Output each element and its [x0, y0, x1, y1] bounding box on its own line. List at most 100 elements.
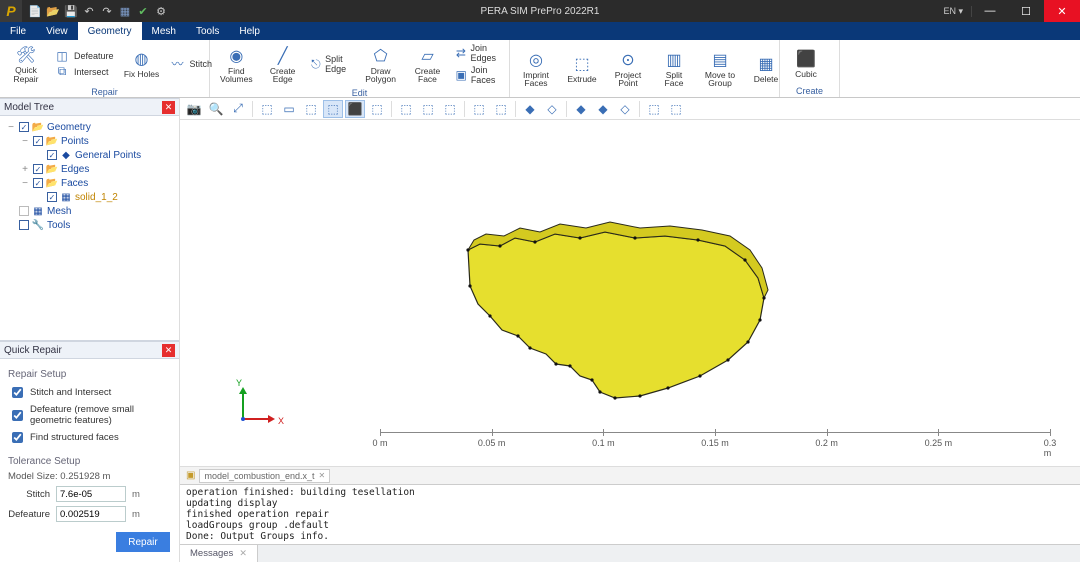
find-volumes-button[interactable]: ◉Find Volumes	[214, 43, 259, 86]
view-tool-4[interactable]: ▭	[279, 100, 299, 118]
defeature-button[interactable]: ◫Defeature	[50, 48, 118, 64]
tree-checkbox[interactable]	[33, 178, 43, 188]
view-tool-13[interactable]: ⬚	[491, 100, 511, 118]
cubic-button[interactable]: ⬛Cubic	[784, 46, 828, 81]
view-tool-11[interactable]: ⬚	[440, 100, 460, 118]
view-tool-3[interactable]: ⬚	[257, 100, 277, 118]
tree-node[interactable]: −📂Faces	[2, 176, 177, 190]
menu-file[interactable]: File	[0, 22, 36, 40]
view-tool-19[interactable]: ⬚	[644, 100, 664, 118]
stitch-input[interactable]	[56, 486, 126, 502]
imprint-faces-button[interactable]: ◎Imprint Faces	[514, 47, 558, 90]
model-tree-close-icon[interactable]: ✕	[162, 101, 175, 114]
create-edge-button[interactable]: ╱Create Edge	[261, 43, 305, 86]
tree-node[interactable]: −📂Geometry	[2, 120, 177, 134]
menu-mesh[interactable]: Mesh	[142, 22, 186, 40]
repair-setup-label: Repair Setup	[8, 369, 171, 380]
settings-icon[interactable]: ⚙	[154, 4, 168, 18]
view-tool-14[interactable]: ◆	[520, 100, 540, 118]
save-icon[interactable]: 💾	[64, 4, 78, 18]
tree-checkbox[interactable]	[19, 206, 29, 216]
output-console[interactable]: operation finished: building tesellation…	[180, 484, 1080, 544]
minimize-button[interactable]: —	[972, 0, 1008, 22]
qr-option[interactable]: Stitch and Intersect	[8, 384, 171, 401]
ruler-tick-label: 0.15 m	[701, 438, 729, 448]
quick-repair-button[interactable]: 🛠 Quick Repair	[4, 42, 48, 85]
tree-twisty-icon[interactable]: +	[20, 164, 30, 175]
tree-node[interactable]: ◆General Points	[2, 148, 177, 162]
tree-node-icon: 📂	[46, 135, 58, 147]
view-tool-18[interactable]: ◇	[615, 100, 635, 118]
view-tool-5[interactable]: ⬚	[301, 100, 321, 118]
qr-checkbox[interactable]	[12, 387, 23, 398]
view-tool-7[interactable]: ⬛	[345, 100, 365, 118]
model-tree[interactable]: −📂Geometry−📂Points ◆General Points+📂Edge…	[0, 116, 179, 340]
view-tool-15[interactable]: ◇	[542, 100, 562, 118]
qr-checkbox[interactable]	[12, 432, 23, 443]
tree-checkbox[interactable]	[19, 122, 29, 132]
tree-node[interactable]: +📂Edges	[2, 162, 177, 176]
stitch-button[interactable]: 〰Stitch	[166, 56, 217, 72]
join-faces-button[interactable]: ▣Join Faces	[451, 64, 505, 86]
draw-polygon-button[interactable]: ⬠Draw Polygon	[358, 43, 404, 86]
tree-twisty-icon[interactable]: −	[20, 136, 30, 147]
tree-node[interactable]: ▦solid_1_2	[2, 190, 177, 204]
view-tool-12[interactable]: ⬚	[469, 100, 489, 118]
repair-button[interactable]: Repair	[116, 532, 170, 552]
volume-icon: ◉	[223, 45, 249, 67]
view-tool-17[interactable]: ◆	[593, 100, 613, 118]
menu-help[interactable]: Help	[229, 22, 270, 40]
tree-checkbox[interactable]	[19, 220, 29, 230]
tree-checkbox[interactable]	[33, 136, 43, 146]
tree-checkbox[interactable]	[33, 164, 43, 174]
mesh-icon[interactable]: ▦	[118, 4, 132, 18]
tree-node[interactable]: ▦Mesh	[2, 204, 177, 218]
qr-option[interactable]: Find structured faces	[8, 429, 171, 446]
view-tool-6[interactable]: ⬚	[323, 100, 343, 118]
view-tool-9[interactable]: ⬚	[396, 100, 416, 118]
undo-icon[interactable]: ↶	[82, 4, 96, 18]
qr-checkbox[interactable]	[12, 410, 23, 421]
messages-tab[interactable]: Messages✕	[180, 545, 258, 562]
view-tool-20[interactable]: ⬚	[666, 100, 686, 118]
split-face-button[interactable]: ▥Split Face	[652, 47, 696, 90]
defeature-input[interactable]	[56, 506, 126, 522]
view-tool-16[interactable]: ◆	[571, 100, 591, 118]
create-face-button[interactable]: ▱Create Face	[405, 43, 449, 86]
quick-repair-close-icon[interactable]: ✕	[162, 344, 175, 357]
fix-holes-button[interactable]: ◍ Fix Holes	[120, 46, 164, 81]
tree-node[interactable]: −📂Points	[2, 134, 177, 148]
maximize-button[interactable]: ☐	[1008, 0, 1044, 22]
view-tool-0[interactable]: 📷	[184, 100, 204, 118]
join-edges-button[interactable]: ⇄Join Edges	[451, 42, 505, 64]
language-selector[interactable]: EN ▾	[935, 6, 972, 17]
tree-checkbox[interactable]	[47, 150, 57, 160]
document-tab[interactable]: model_combustion_end.x_t✕	[199, 469, 330, 483]
viewport[interactable]: Y X 0 m0.05 m0.1 m0.15 m0.2 m0.25 m0.3 m	[180, 120, 1080, 466]
tree-node[interactable]: 🔧Tools	[2, 218, 177, 232]
close-button[interactable]: ✕	[1044, 0, 1080, 22]
view-tool-10[interactable]: ⬚	[418, 100, 438, 118]
open-icon[interactable]: 📂	[46, 4, 60, 18]
tree-twisty-icon[interactable]: −	[6, 122, 16, 133]
tree-twisty-icon[interactable]: −	[20, 178, 30, 189]
intersect-button[interactable]: ⧉Intersect	[50, 64, 118, 80]
messages-close-icon[interactable]: ✕	[239, 548, 247, 559]
extrude-button[interactable]: ⬚Extrude	[560, 51, 604, 86]
project-point-button[interactable]: ⊙Project Point	[606, 47, 650, 90]
new-icon[interactable]: 📄	[28, 4, 42, 18]
move-to-group-button[interactable]: ▤Move to Group	[698, 47, 742, 90]
tree-checkbox[interactable]	[47, 192, 57, 202]
view-tool-8[interactable]: ⬚	[367, 100, 387, 118]
menu-tools[interactable]: Tools	[186, 22, 229, 40]
check-icon[interactable]: ✔	[136, 4, 150, 18]
view-tool-2[interactable]: ⤢	[228, 100, 248, 118]
split-edge-button[interactable]: ⎋Split Edge	[307, 53, 356, 75]
menu-geometry[interactable]: Geometry	[78, 22, 142, 40]
menu-view[interactable]: View	[36, 22, 78, 40]
view-tool-1[interactable]: 🔍	[206, 100, 226, 118]
qr-option[interactable]: Defeature (remove small geometric featur…	[8, 404, 171, 426]
defeature-icon: ◫	[54, 49, 70, 63]
tab-close-icon[interactable]: ✕	[319, 471, 326, 480]
redo-icon[interactable]: ↷	[100, 4, 114, 18]
